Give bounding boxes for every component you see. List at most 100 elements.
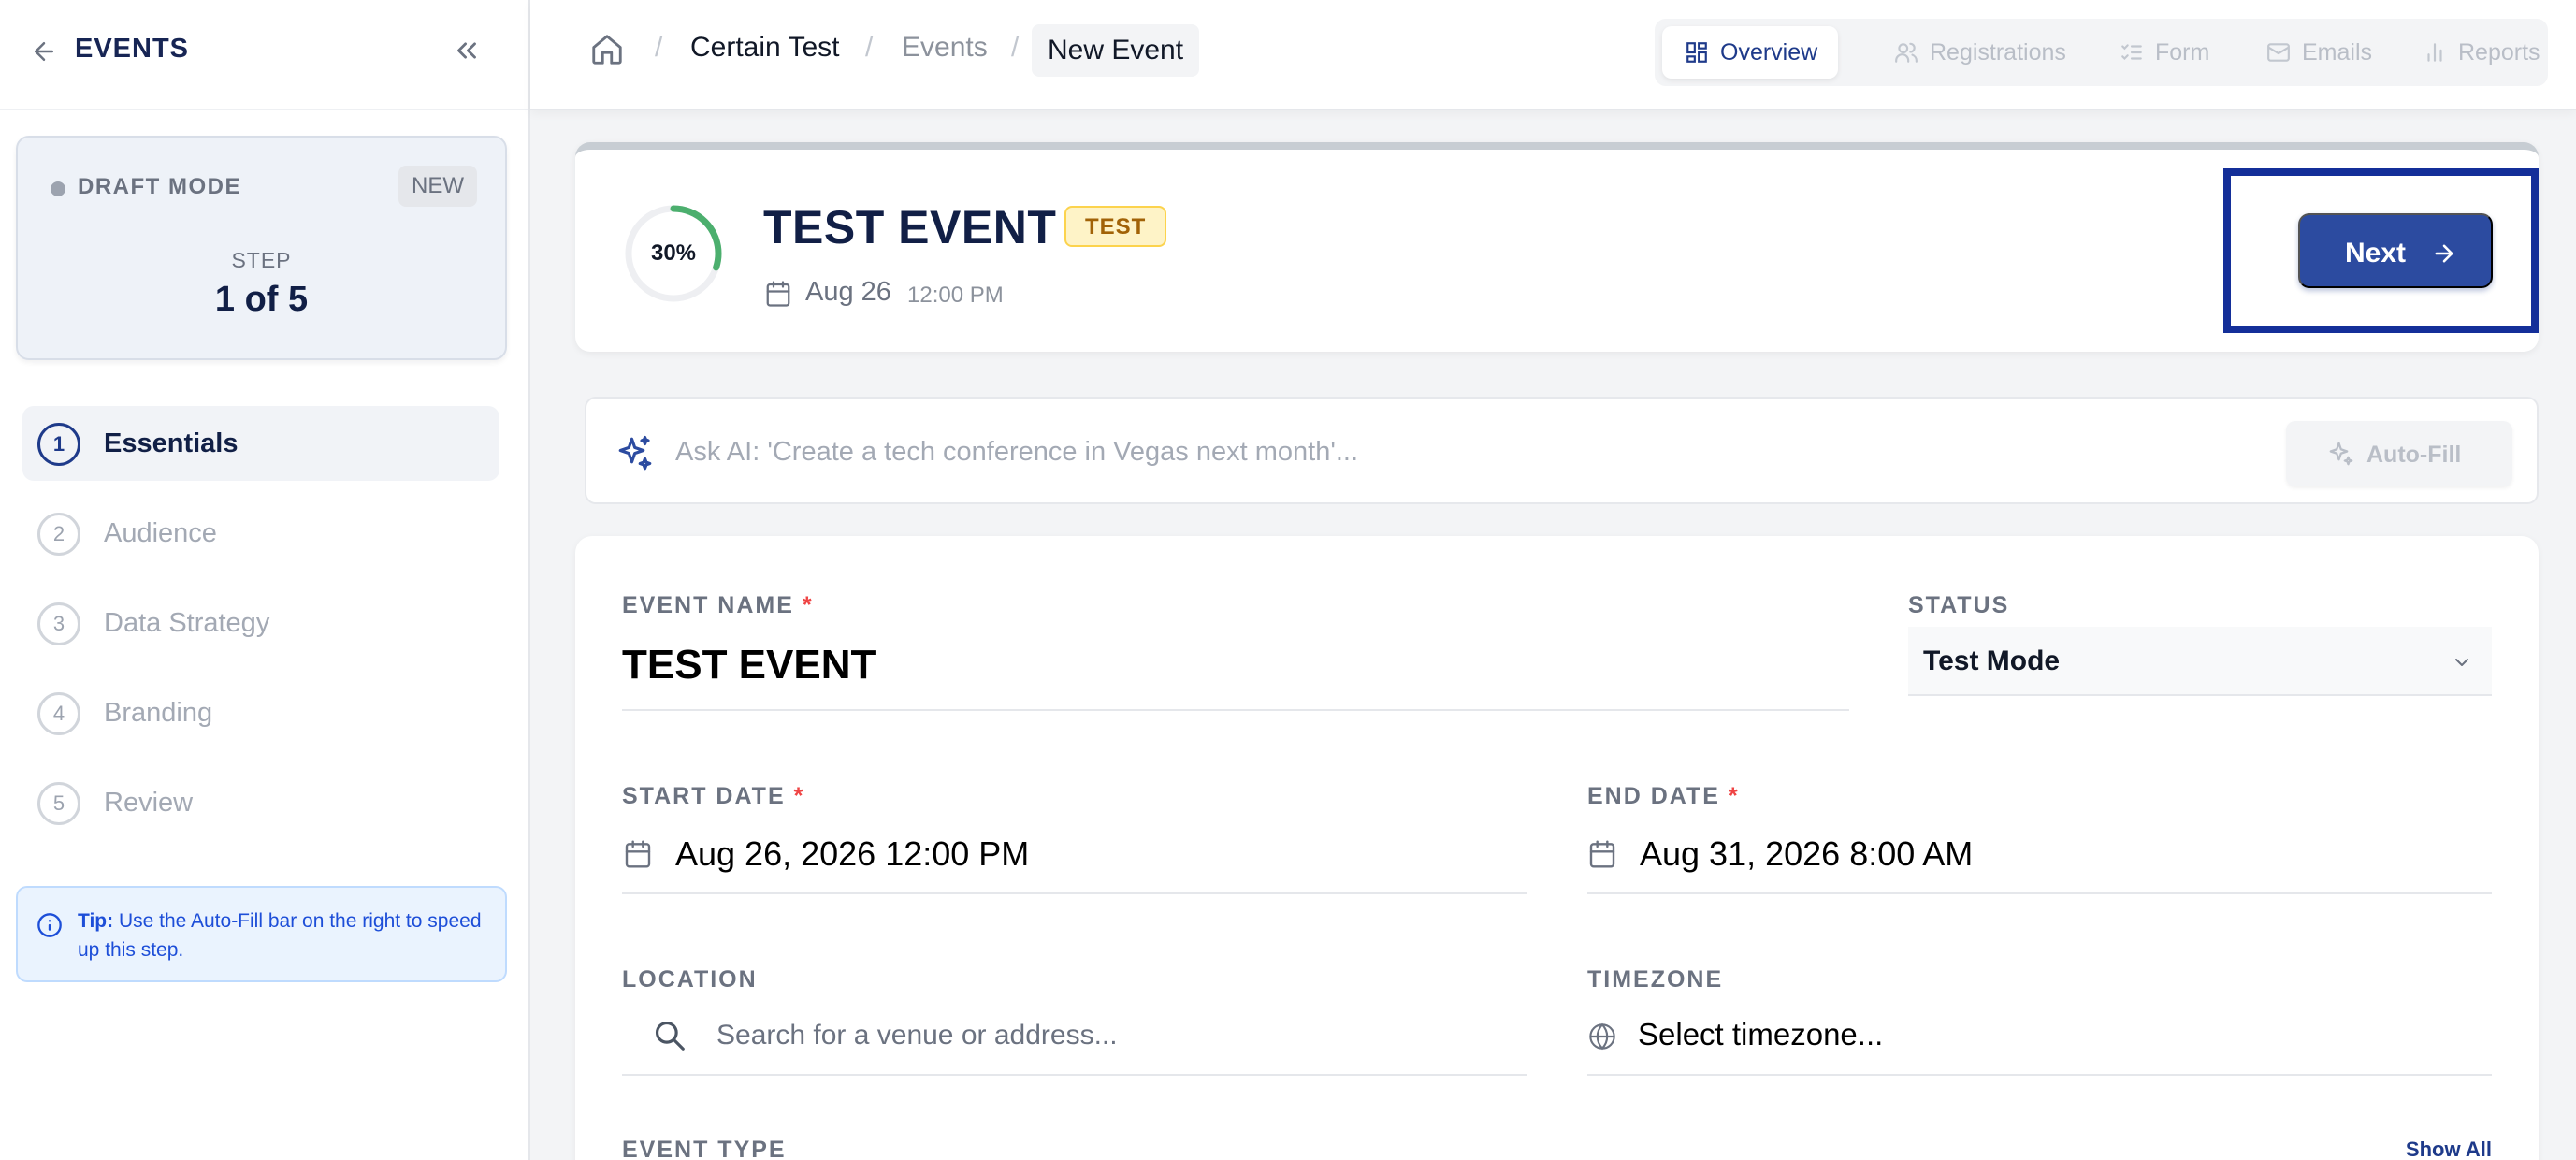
arrow-left-icon[interactable] (30, 36, 58, 67)
grid-icon (1686, 42, 1707, 63)
timezone-select[interactable]: Select timezone... (1638, 1017, 1883, 1052)
ai-prompt-input[interactable]: Ask AI: 'Create a tech conference in Veg… (675, 437, 1358, 468)
step-number: 4 (37, 692, 80, 735)
step-counter: 1 of 5 (214, 280, 309, 319)
mail-icon (2267, 43, 2290, 62)
breadcrumb-item-certain-test[interactable]: Certain Test (690, 32, 840, 64)
breadcrumb-item-events[interactable]: Events (902, 32, 988, 64)
top-bar: / Certain Test / Events / New Event Over… (530, 0, 2576, 110)
tab-reports[interactable]: Reports (2400, 26, 2540, 79)
tab-form[interactable]: Form (2097, 26, 2209, 79)
input-underline (1587, 1074, 2492, 1076)
status-select[interactable]: Test Mode (1908, 627, 2492, 696)
location-input[interactable]: Search for a venue or address... (716, 1020, 1118, 1051)
input-underline (622, 709, 1849, 711)
event-form: EVENT NAME * TEST EVENT STATUS Test Mode… (575, 536, 2539, 1160)
input-underline (1587, 892, 2492, 894)
list-check-icon (2121, 44, 2142, 61)
tab-label: Registrations (1930, 39, 2066, 65)
input-underline (622, 892, 1527, 894)
step-caption: STEP (231, 248, 292, 272)
breadcrumb-separator: / (655, 32, 663, 63)
required-marker: * (802, 592, 814, 618)
status-dot (51, 181, 65, 196)
tab-label: Reports (2458, 39, 2540, 65)
event-type-label: EVENT TYPE (622, 1137, 787, 1160)
auto-fill-label: Auto-Fill (2366, 442, 2462, 468)
input-underline (622, 1074, 1527, 1076)
search-icon (655, 1021, 685, 1051)
status-label: STATUS (1908, 592, 2010, 618)
chevrons-left-icon[interactable] (451, 35, 483, 66)
step-review[interactable]: 5 Review (22, 765, 499, 840)
tab-registrations[interactable]: Registrations (1872, 26, 2066, 79)
sparkles-icon (2329, 442, 2353, 466)
tip-message: Use the Auto-Fill bar on the right to sp… (78, 910, 482, 961)
field-label-text: END DATE (1587, 783, 1720, 809)
next-button-label: Next (2345, 238, 2407, 268)
info-icon (37, 913, 62, 937)
step-essentials[interactable]: 1 Essentials (22, 406, 499, 481)
step-number: 1 (37, 423, 80, 466)
event-title: TEST EVENT (763, 201, 1057, 254)
step-label: Branding (104, 698, 213, 728)
progress-label: 30% (650, 240, 697, 266)
field-label-text: START DATE (622, 783, 786, 809)
tab-bar: Overview Registrations Form Emails Repor… (1655, 19, 2548, 86)
globe-icon (1589, 1022, 1615, 1051)
sidebar-title: EVENTS (75, 34, 190, 64)
step-label: Audience (104, 518, 217, 548)
breadcrumb-separator: / (1011, 32, 1020, 63)
tab-label: Emails (2302, 39, 2373, 65)
end-date-input[interactable]: Aug 31, 2026 8:00 AM (1640, 834, 1973, 874)
field-label-text: EVENT NAME (622, 592, 794, 618)
test-badge: TEST (1064, 206, 1167, 247)
draft-mode-card: DRAFT MODE NEW STEP 1 of 5 (16, 136, 507, 360)
status-value: Test Mode (1923, 645, 2061, 676)
required-marker: * (793, 783, 805, 809)
next-button[interactable]: Next (2298, 213, 2493, 288)
draft-mode-label: DRAFT MODE (78, 174, 241, 199)
end-date-label: END DATE * (1587, 783, 1740, 810)
event-name-label: EVENT NAME * (622, 592, 814, 619)
calendar-icon (625, 840, 651, 868)
breadcrumb-current: New Event (1032, 24, 1200, 77)
tab-label: Form (2155, 39, 2210, 65)
sidebar-header: EVENTS (0, 0, 528, 110)
step-number: 3 (37, 602, 80, 645)
show-all-link[interactable]: Show All (2406, 1138, 2492, 1160)
bar-chart-icon (2427, 43, 2442, 62)
ai-prompt-bar: Ask AI: 'Create a tech conference in Veg… (585, 397, 2539, 504)
event-name-input[interactable]: TEST EVENT (622, 642, 876, 689)
start-date-input[interactable]: Aug 26, 2026 12:00 PM (675, 834, 1029, 874)
step-data-strategy[interactable]: 3 Data Strategy (22, 586, 499, 660)
tip-label: Tip: (78, 910, 114, 932)
step-branding[interactable]: 4 Branding (22, 675, 499, 750)
step-label: Data Strategy (104, 608, 270, 638)
tab-emails[interactable]: Emails (2244, 26, 2372, 79)
tab-label: Overview (1720, 39, 1818, 65)
step-label: Review (104, 788, 194, 818)
step-number: 5 (37, 782, 80, 825)
step-label: Essentials (104, 428, 239, 458)
start-date-label: START DATE * (622, 783, 804, 810)
auto-fill-button[interactable]: Auto-Fill (2286, 421, 2512, 486)
location-label: LOCATION (622, 966, 758, 993)
sparkles-icon (618, 435, 652, 471)
new-badge: NEW (398, 166, 477, 207)
calendar-icon (1589, 840, 1615, 868)
step-audience[interactable]: 2 Audience (22, 496, 499, 571)
tip-box: Tip: Use the Auto-Fill bar on the right … (16, 886, 507, 982)
timezone-label: TIMEZONE (1587, 966, 1724, 993)
event-date: Aug 26 (805, 277, 891, 307)
tab-overview[interactable]: Overview (1662, 26, 1839, 79)
breadcrumb-separator: / (865, 32, 874, 63)
users-icon (1895, 42, 1918, 63)
calendar-icon (766, 281, 790, 307)
step-number: 2 (37, 513, 80, 556)
tip-text: Tip: Use the Auto-Fill bar on the right … (78, 906, 489, 964)
required-marker: * (1728, 783, 1740, 809)
home-icon[interactable] (589, 32, 625, 67)
chevron-down-icon (2455, 659, 2468, 666)
event-time: 12:00 PM (907, 283, 1004, 308)
